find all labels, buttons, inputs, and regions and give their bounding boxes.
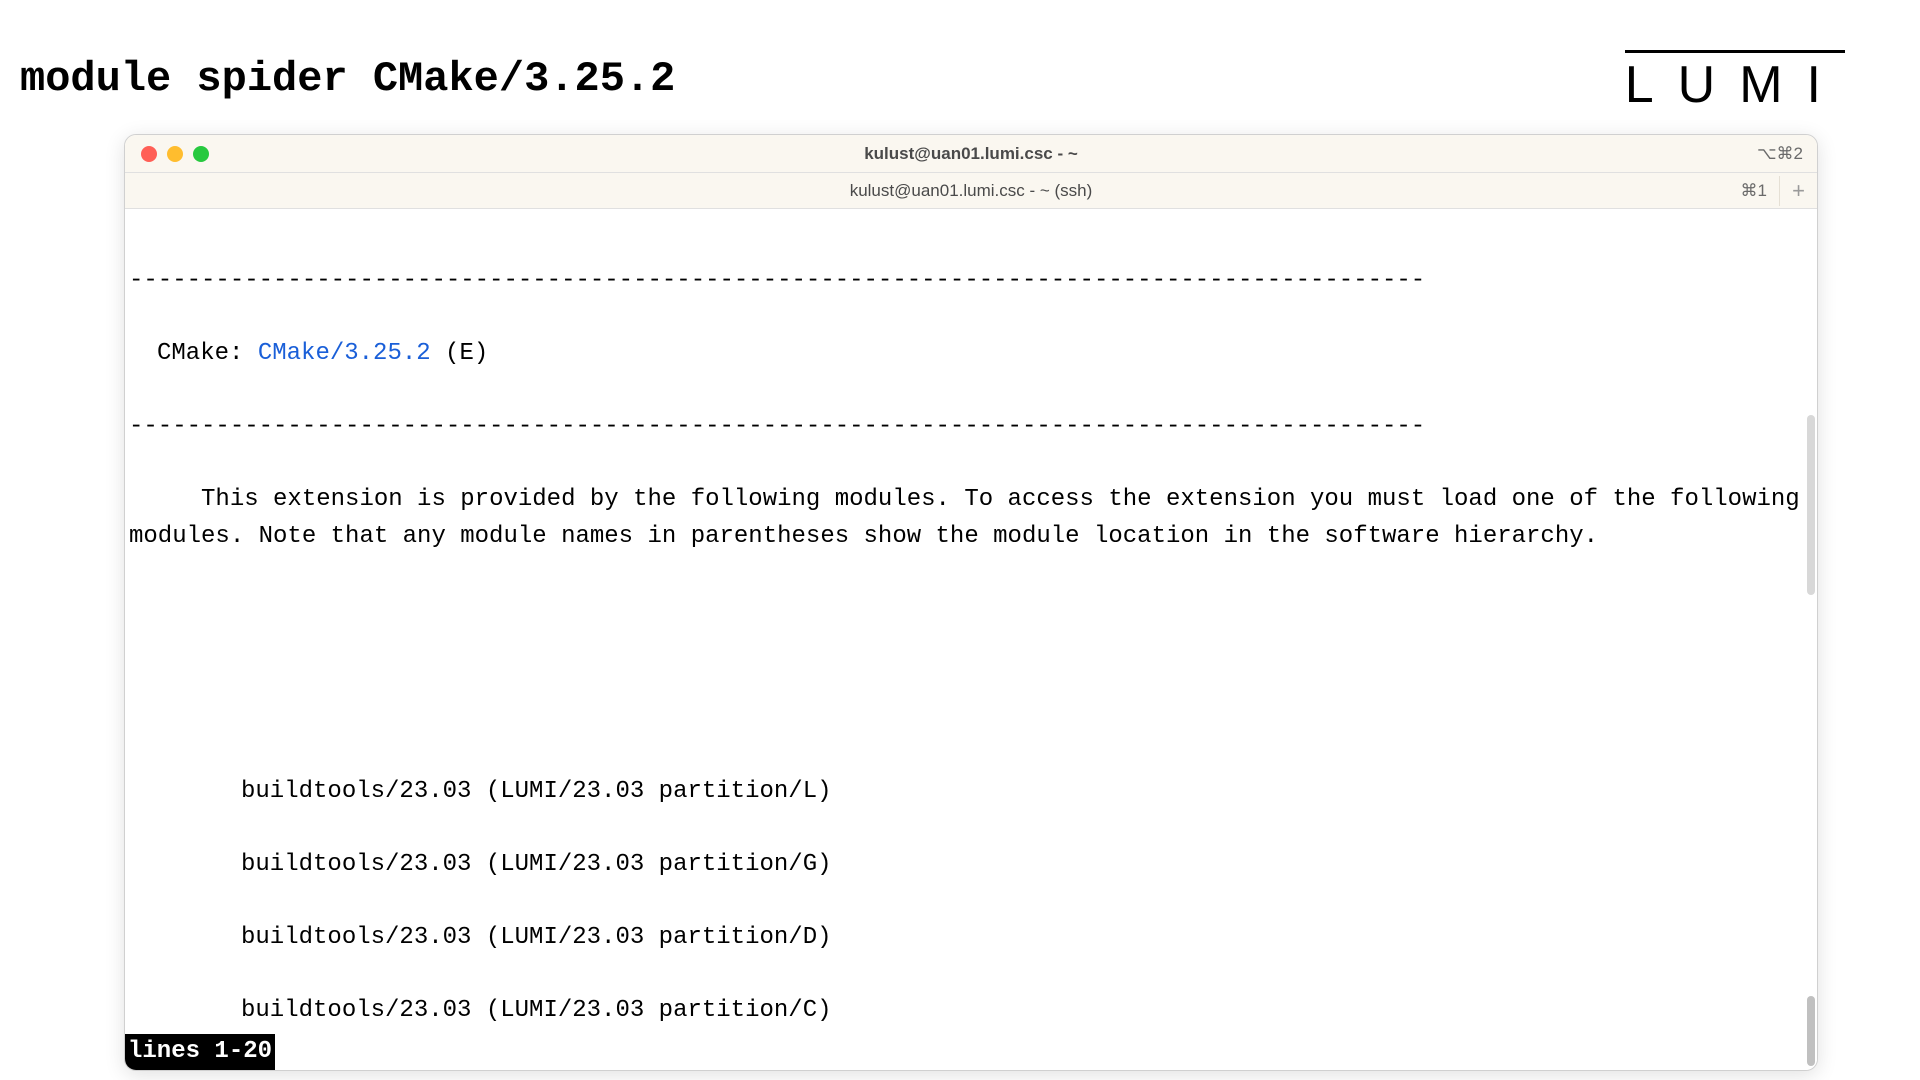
scrollbar-thumb[interactable] bbox=[1807, 415, 1815, 595]
list-item: buildtools/23.03 (LUMI/23.03 partition/G… bbox=[129, 847, 1813, 883]
tab-label[interactable]: kulust@uan01.lumi.csc - ~ (ssh) bbox=[850, 181, 1093, 201]
list-item: buildtools/23.03-bootstrap (LUMI/23.03 p… bbox=[129, 1066, 1813, 1070]
list-item: buildtools/23.03 (LUMI/23.03 partition/D… bbox=[129, 920, 1813, 956]
separator-top: ----------------------------------------… bbox=[129, 263, 1813, 299]
slide-title: module spider CMake/3.25.2 bbox=[20, 55, 675, 103]
terminal-body[interactable]: ----------------------------------------… bbox=[125, 209, 1817, 1070]
maximize-icon[interactable] bbox=[193, 146, 209, 162]
lumi-logo: LUMI bbox=[1625, 50, 1845, 115]
module-link: CMake/3.25.2 bbox=[258, 340, 431, 367]
blank-line-1 bbox=[129, 592, 1813, 628]
tab-shortcut: ⌘1 bbox=[1741, 181, 1767, 201]
blank-line-2 bbox=[129, 665, 1813, 701]
list-item: buildtools/23.03 (LUMI/23.03 partition/L… bbox=[129, 774, 1813, 810]
separator-bottom: ----------------------------------------… bbox=[129, 409, 1813, 445]
window-shortcut: ⌥⌘2 bbox=[1757, 144, 1803, 164]
list-item: buildtools/23.03 (LUMI/23.03 partition/C… bbox=[129, 993, 1813, 1029]
minimize-icon[interactable] bbox=[167, 146, 183, 162]
module-header-suffix: (E) bbox=[431, 340, 489, 367]
traffic-lights bbox=[141, 146, 209, 162]
tab-bar: kulust@uan01.lumi.csc - ~ (ssh) ⌘1 + bbox=[125, 173, 1817, 209]
add-tab-button[interactable]: + bbox=[1779, 176, 1809, 206]
window-title-bar: kulust@uan01.lumi.csc - ~ ⌥⌘2 bbox=[125, 135, 1817, 173]
module-description: This extension is provided by the follow… bbox=[129, 482, 1813, 555]
scrollbar-thumb[interactable] bbox=[1807, 996, 1815, 1066]
window-title: kulust@uan01.lumi.csc - ~ bbox=[864, 144, 1078, 164]
terminal-window: kulust@uan01.lumi.csc - ~ ⌥⌘2 kulust@uan… bbox=[124, 134, 1818, 1071]
close-icon[interactable] bbox=[141, 146, 157, 162]
module-header: CMake: CMake/3.25.2 (E) bbox=[129, 336, 1813, 372]
module-list: buildtools/23.03 (LUMI/23.03 partition/L… bbox=[129, 738, 1813, 1070]
pager-status: lines 1-20 bbox=[125, 1034, 275, 1070]
module-header-prefix: CMake: bbox=[157, 340, 258, 367]
